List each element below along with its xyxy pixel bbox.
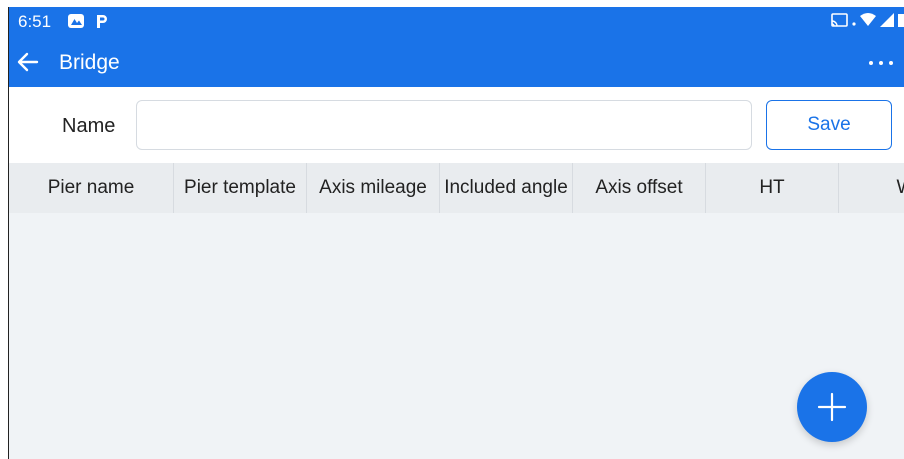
app-window: 6:51 Bridge Name Save Pier name Pier tem… xyxy=(8,7,904,459)
column-header-included-angle: Included angle xyxy=(440,163,573,213)
column-header-pier-name: Pier name xyxy=(9,163,174,213)
column-header-axis-offset: Axis offset xyxy=(573,163,706,213)
name-label: Name xyxy=(62,115,116,137)
p-notification-icon xyxy=(93,12,111,30)
signal-icon xyxy=(880,12,894,32)
column-header-ht: HT xyxy=(706,163,839,213)
dot-icon xyxy=(852,13,856,31)
column-header-w: W xyxy=(839,163,904,213)
page-title: Bridge xyxy=(59,51,120,74)
name-form-row: Name Save xyxy=(9,87,904,163)
plus-icon xyxy=(817,392,847,422)
cast-icon xyxy=(831,12,848,32)
column-header-pier-template: Pier template xyxy=(174,163,307,213)
status-bar: 6:51 xyxy=(9,7,904,37)
status-icons xyxy=(831,12,904,32)
top-bar: 6:51 Bridge xyxy=(9,7,904,87)
wifi-icon xyxy=(860,12,876,32)
app-bar: Bridge xyxy=(9,37,904,87)
table-header: Pier name Pier template Axis mileage Inc… xyxy=(9,163,904,213)
status-time: 6:51 xyxy=(18,12,52,31)
name-input[interactable] xyxy=(136,100,752,150)
save-button[interactable]: Save xyxy=(766,100,892,150)
gallery-notification-icon xyxy=(67,12,85,30)
more-horizontal-icon[interactable] xyxy=(869,57,904,69)
battery-icon xyxy=(898,13,904,32)
column-header-axis-mileage: Axis mileage xyxy=(307,163,440,213)
add-button[interactable] xyxy=(797,372,867,442)
arrow-left-icon[interactable] xyxy=(15,49,41,75)
